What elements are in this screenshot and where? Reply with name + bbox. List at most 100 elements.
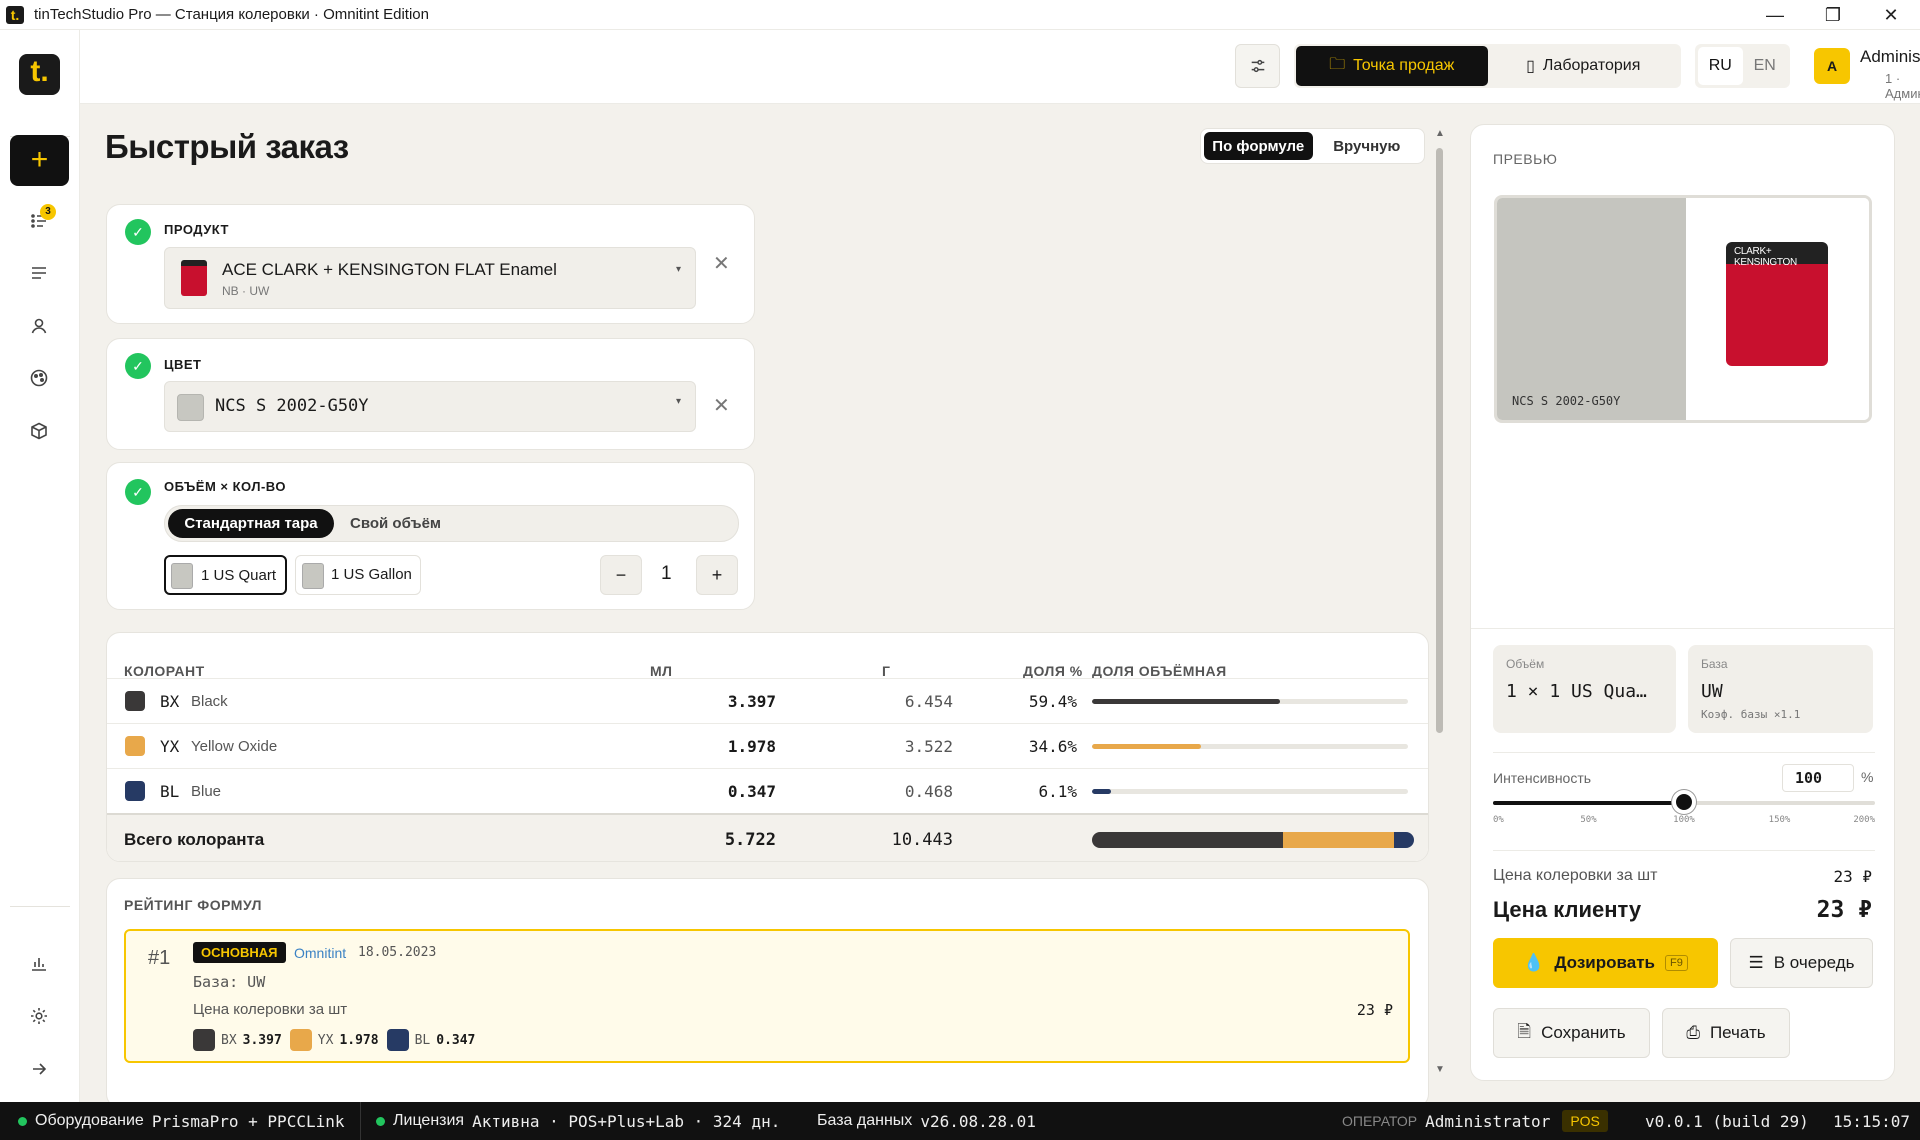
base-label: База <box>1701 657 1728 671</box>
status-divider <box>360 1102 361 1140</box>
language-switch: RU EN <box>1695 44 1790 88</box>
mode-pos-label: Точка продаж <box>1353 57 1455 74</box>
container-swatch <box>302 563 324 589</box>
sidebar-divider <box>10 906 70 907</box>
product-label: ПРОДУКТ <box>164 222 229 237</box>
option-label: 1 US Quart <box>201 567 277 584</box>
product-image: CLARK+ KENSINGTON <box>1686 198 1869 420</box>
sidebar-item-products[interactable] <box>24 416 54 446</box>
total-label: Всего колоранта <box>124 830 265 849</box>
minimize-button[interactable]: — <box>1746 0 1804 30</box>
equip-value: PrismaPro + PPCCLink <box>151 1111 345 1131</box>
intensity-unit: % <box>1861 769 1874 785</box>
volume-label: ОБЪЁМ × КОЛ-ВО <box>164 479 286 494</box>
dose-button[interactable]: 💧 Дозировать F9 <box>1493 938 1718 988</box>
intensity-input[interactable]: 100 <box>1782 764 1854 792</box>
color-name: NCS S 2002-G50Y <box>215 396 369 416</box>
volume-info: Объём 1 × 1 US Qua… <box>1493 645 1676 733</box>
intensity-label: Интенсивность <box>1493 770 1592 786</box>
col-g: Г <box>882 663 891 679</box>
tab-custom-volume[interactable]: Свой объём <box>350 509 441 538</box>
main-badge: ОСНОВНАЯ <box>193 942 286 963</box>
colorant-name: Black <box>191 693 228 710</box>
clear-product-button[interactable]: ✕ <box>713 251 730 276</box>
check-icon: ✓ <box>125 219 151 245</box>
container-option-quart[interactable]: 1 US Quart <box>164 555 287 595</box>
sidebar-item-colors[interactable] <box>24 363 54 393</box>
queue-button[interactable]: ☰ В очередь <box>1730 938 1873 988</box>
total-bar-segment <box>1394 832 1414 848</box>
qty-minus-button[interactable]: − <box>600 555 642 595</box>
main-scrollbar[interactable]: ▲ ▼ <box>1432 128 1446 1078</box>
total-row: Всего колоранта 5.722 10.443 <box>107 813 1428 861</box>
mode-lab-button[interactable]: ▯ Лаборатория <box>1488 46 1680 86</box>
op-value: Administrator <box>1425 1111 1551 1131</box>
sidebar-item-logout[interactable] <box>24 1054 54 1084</box>
clear-color-button[interactable]: ✕ <box>713 393 730 418</box>
sidebar-item-queue[interactable]: 3 <box>24 204 56 236</box>
slider-fill <box>1493 801 1684 805</box>
filter-button[interactable] <box>1235 44 1280 88</box>
sidebar-item-customers[interactable] <box>24 311 54 341</box>
arrow-right-icon <box>33 1063 47 1075</box>
maximize-button[interactable]: ❐ <box>1804 0 1862 30</box>
print-button[interactable]: ⎙ Печать <box>1662 1008 1790 1058</box>
tab-standard-container[interactable]: Стандартная тара <box>168 509 334 538</box>
share-bar-fill <box>1092 744 1202 749</box>
divider <box>1493 850 1875 851</box>
lang-en-button[interactable]: EN <box>1743 47 1788 85</box>
status-license: Лицензия Активна · POS+Plus+Lab · 324 дн… <box>376 1102 780 1140</box>
color-swatch <box>177 394 204 421</box>
qty-plus-button[interactable]: + <box>696 555 738 595</box>
product-select[interactable]: ACE CLARK + KENSINGTON FLAT Enamel NB · … <box>164 247 696 309</box>
formula-source: Omnitint <box>294 945 347 961</box>
lic-label: Лицензия <box>393 1112 465 1129</box>
chip-code: YX <box>317 1032 334 1048</box>
slider-thumb[interactable] <box>1672 790 1696 814</box>
table-row[interactable]: YX Yellow Oxide 1.978 3.522 34.6% <box>107 723 1428 768</box>
tab-manual[interactable]: Вручную <box>1313 132 1422 160</box>
client-price-label: Цена клиенту <box>1493 897 1642 922</box>
sidebar-item-reports[interactable] <box>24 948 54 978</box>
intensity-slider[interactable] <box>1493 790 1875 814</box>
formula-chip: BX 3.397 <box>193 1029 282 1051</box>
scroll-thumb[interactable] <box>1436 148 1443 733</box>
table-row[interactable]: BX Black 3.397 6.454 59.4% <box>107 678 1428 723</box>
qty-value[interactable]: 1 <box>661 563 672 585</box>
colorant-swatch <box>125 781 145 801</box>
sidebar-item-orders[interactable] <box>24 258 54 288</box>
page-title: Быстрый заказ <box>105 128 349 165</box>
color-select[interactable]: NCS S 2002-G50Y ▾ <box>164 381 696 432</box>
share-bar-fill <box>1092 789 1112 794</box>
container-option-gallon[interactable]: 1 US Gallon <box>295 555 421 595</box>
mode-pos-button[interactable]: 🗀 Точка продаж <box>1296 46 1488 86</box>
save-button[interactable]: 🗎 Сохранить <box>1493 1008 1650 1058</box>
colorant-g: 6.454 <box>904 692 953 711</box>
colorant-name: Blue <box>191 783 222 800</box>
col-share: ДОЛЯ % <box>1023 663 1083 679</box>
pos-badge: POS <box>1562 1110 1608 1132</box>
price-row-value: 23 ₽ <box>1833 867 1872 886</box>
scroll-up-icon[interactable]: ▲ <box>1435 128 1445 139</box>
product-name: ACE CLARK + KENSINGTON FLAT Enamel <box>222 260 557 279</box>
base-coef: Коэф. базы ×1.1 <box>1701 708 1801 721</box>
scroll-down-icon[interactable]: ▼ <box>1435 1064 1445 1075</box>
new-order-button[interactable]: + <box>10 135 69 186</box>
avatar[interactable]: A <box>1814 48 1850 84</box>
total-share-bar <box>1092 832 1414 848</box>
gear-icon <box>31 1008 47 1024</box>
close-window-button[interactable]: ✕ <box>1862 0 1920 30</box>
table-row[interactable]: BL Blue 0.347 0.468 6.1% <box>107 768 1428 813</box>
col-share-vol: ДОЛЯ ОБЪЁМНАЯ <box>1092 663 1227 679</box>
printer-icon: ⎙ <box>1686 1023 1700 1042</box>
col-ml: МЛ <box>650 663 673 679</box>
colorant-swatch <box>125 691 145 711</box>
lang-ru-button[interactable]: RU <box>1698 47 1743 85</box>
slider-tick: 50% <box>1580 815 1597 825</box>
sidebar-item-settings[interactable] <box>24 1001 54 1031</box>
status-operator: ОПЕРАТОР Administrator POS <box>1342 1102 1608 1140</box>
formula-card[interactable]: #1 ОСНОВНАЯ Omnitint 18.05.2023 База: UW… <box>124 929 1410 1063</box>
rating-label: РЕЙТИНГ ФОРМУЛ <box>124 897 262 913</box>
user-name: Administrator <box>1860 47 1920 66</box>
tab-by-formula[interactable]: По формуле <box>1204 132 1313 160</box>
